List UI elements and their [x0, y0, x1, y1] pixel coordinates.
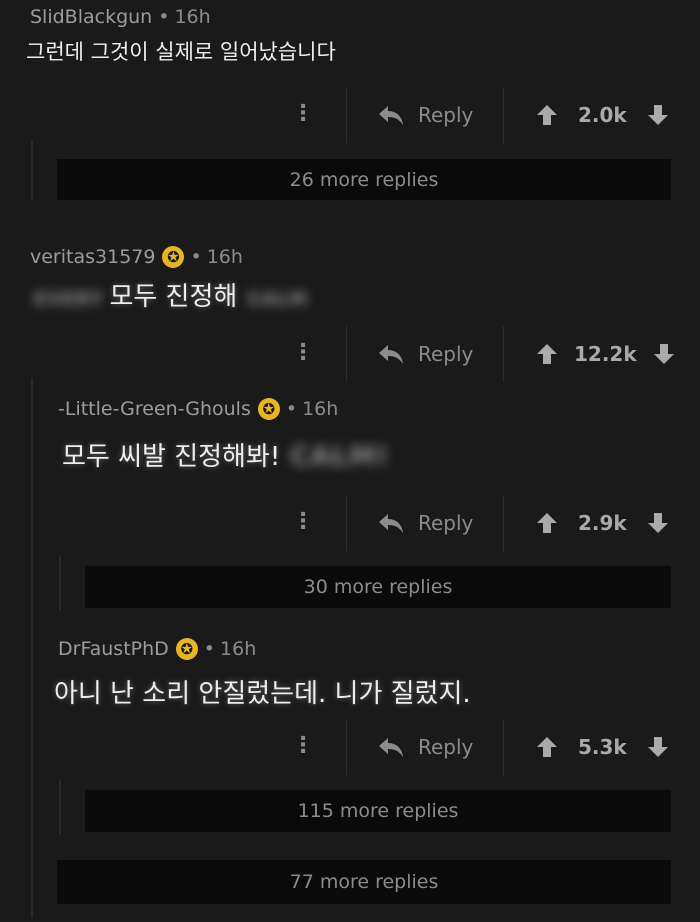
reply-label: Reply	[418, 103, 474, 127]
comment-body: 모두 씨발 진정해봐! CALM!	[62, 436, 389, 473]
reply-button[interactable]: Reply	[378, 342, 473, 366]
more-options-button[interactable]: ⋮	[292, 733, 314, 758]
reply-arrow-icon	[379, 106, 403, 125]
reply-arrow-icon	[379, 514, 403, 533]
blurred-text: CALM	[247, 289, 308, 310]
reply-label: Reply	[418, 342, 474, 366]
separator: •	[285, 398, 298, 420]
comment-actions: ⋮ Reply 5.3k	[0, 719, 700, 775]
username[interactable]: DrFaustPhD	[58, 638, 169, 660]
downvote-arrow-icon[interactable]	[653, 343, 675, 365]
separator: •	[158, 6, 170, 28]
comment-actions: ⋮ Reply 12.2k	[0, 326, 700, 382]
downvote-arrow-icon[interactable]	[647, 736, 669, 758]
timestamp: 16h	[302, 398, 339, 420]
vote-controls: 5.3k	[536, 735, 669, 759]
divider	[503, 719, 504, 775]
gold-award-icon: ✪	[175, 638, 198, 660]
comment-meta: DrFaustPhD ✪ • 16h	[58, 638, 256, 660]
thread-line	[31, 140, 33, 200]
gold-award-icon: ✪	[257, 398, 280, 420]
reply-label: Reply	[418, 735, 474, 759]
downvote-arrow-icon[interactable]	[647, 104, 669, 126]
divider	[503, 495, 504, 551]
vote-controls: 12.2k	[536, 342, 675, 366]
more-options-button[interactable]: ⋮	[292, 101, 314, 126]
comment-meta: -Little-Green-Ghouls ✪ • 16h	[58, 398, 338, 420]
thread-line	[31, 378, 33, 918]
more-replies-button[interactable]: 26 more replies	[57, 159, 671, 200]
blurred-text: CALM!	[290, 442, 389, 472]
comment-meta: SlidBlackgun • 16h	[30, 6, 211, 28]
more-replies-button[interactable]: 77 more replies	[57, 860, 671, 904]
upvote-arrow-icon[interactable]	[536, 736, 558, 758]
blurred-text: EVERY	[34, 289, 104, 310]
comment-meta: veritas31579 ✪ • 16h	[30, 246, 243, 268]
comment-text: 모두 씨발 진정해봐!	[62, 442, 281, 472]
vote-controls: 2.9k	[536, 511, 669, 535]
divider	[346, 719, 347, 775]
divider	[346, 495, 347, 551]
comment-actions: ⋮ Reply 2.9k	[0, 495, 700, 551]
reply-button[interactable]: Reply	[378, 735, 473, 759]
reply-arrow-icon	[379, 738, 403, 757]
more-replies-button[interactable]: 115 more replies	[85, 790, 671, 832]
comment-body: EVERY 모두 진정해 CALM	[34, 276, 308, 313]
separator: •	[203, 638, 216, 660]
reply-button[interactable]: Reply	[378, 103, 473, 127]
username[interactable]: veritas31579	[30, 246, 155, 268]
more-options-button[interactable]: ⋮	[292, 340, 314, 365]
comment-text: 모두 진정해	[109, 282, 238, 312]
more-replies-button[interactable]: 30 more replies	[85, 566, 671, 608]
thread-line	[59, 556, 61, 611]
gold-award-icon: ✪	[162, 246, 185, 268]
timestamp: 16h	[220, 638, 257, 660]
separator: •	[190, 246, 202, 268]
vote-score: 5.3k	[578, 735, 627, 759]
vote-score: 2.0k	[578, 103, 627, 127]
more-options-button[interactable]: ⋮	[292, 509, 314, 534]
username[interactable]: SlidBlackgun	[30, 6, 152, 28]
comment-actions: ⋮ Reply 2.0k	[0, 87, 700, 143]
upvote-arrow-icon[interactable]	[536, 512, 558, 534]
username[interactable]: -Little-Green-Ghouls	[58, 398, 251, 420]
vote-controls: 2.0k	[536, 103, 669, 127]
comment-body: 아니 난 소리 안질렀는데. 니가 질렀지.	[54, 679, 471, 709]
upvote-arrow-icon[interactable]	[536, 343, 558, 365]
vote-score: 12.2k	[574, 342, 637, 366]
timestamp: 16h	[206, 246, 243, 268]
timestamp: 16h	[174, 6, 211, 28]
downvote-arrow-icon[interactable]	[647, 512, 669, 534]
divider	[346, 87, 347, 143]
reply-label: Reply	[418, 511, 474, 535]
divider	[503, 326, 504, 382]
vote-score: 2.9k	[578, 511, 627, 535]
thread-line	[59, 780, 61, 835]
reply-button[interactable]: Reply	[378, 511, 473, 535]
divider	[346, 326, 347, 382]
reply-arrow-icon	[379, 345, 403, 364]
upvote-arrow-icon[interactable]	[536, 104, 558, 126]
comment-body: 그런데 그것이 실제로 일어났습니다	[26, 40, 336, 64]
divider	[503, 87, 504, 143]
